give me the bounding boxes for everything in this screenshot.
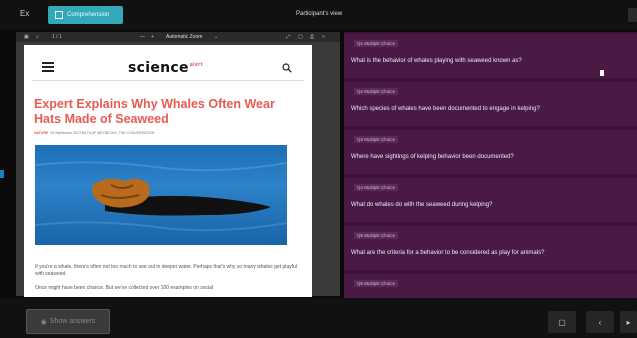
logo-sup: alert [189, 62, 203, 69]
question-type-badge: Q3 Multiple Choice [354, 136, 399, 143]
question-text: What is the behavior of whales playing w… [351, 58, 522, 64]
fullscreen-button[interactable]: ▢ [548, 311, 576, 333]
question-card[interactable]: Q3 Multiple Choice Where have sightings … [344, 130, 637, 174]
question-text: What do whales do with the seaweed durin… [351, 202, 493, 208]
question-type-badge: Q1 Multiple Choice [354, 40, 399, 47]
zoom-in-icon[interactable]: + [151, 34, 154, 40]
back-button[interactable]: Ex [20, 9, 29, 18]
byline-text: 28 September 2023 By OLAF MEYNECKE, THE … [50, 131, 155, 135]
question-card[interactable]: Q2 Multiple Choice Which species of whal… [344, 82, 637, 126]
search-icon[interactable]: ⌕ [36, 34, 39, 40]
chevron-left-icon: ‹ [598, 317, 602, 327]
question-text: What are the criteria for a behavior to … [351, 250, 545, 256]
previous-button[interactable]: ‹ [586, 311, 614, 333]
question-card[interactable]: Q5 Multiple Choice What are the criteria… [344, 226, 637, 270]
chevron-down-icon[interactable]: ⌄ [214, 34, 218, 40]
questions-panel: Q1 Multiple Choice What is the behavior … [344, 32, 637, 298]
tab-label: Comprehension [67, 12, 110, 18]
fullscreen-icon: ▢ [558, 317, 566, 327]
question-text: Which species of whales have been docume… [351, 106, 540, 112]
article-byline: NATURE 28 September 2023 By OLAF MEYNECK… [34, 131, 154, 135]
show-answers-button[interactable]: ◉ Show answers [26, 309, 110, 334]
zoom-select[interactable]: Automatic Zoom [166, 34, 202, 40]
eye-icon: ◉ [40, 318, 47, 326]
whale-seaweed-image [35, 161, 287, 232]
tab-icon [55, 11, 63, 19]
article-image [35, 145, 287, 245]
question-text: Where have sightings of kelping behavior… [351, 154, 514, 160]
logo-text: science [128, 60, 189, 76]
byline-tag: NATURE [34, 131, 49, 135]
site-logo: sciencealert [128, 60, 203, 76]
zoom-out-icon[interactable]: — [140, 34, 145, 40]
play-icon: ▸ [626, 317, 631, 327]
print-icon[interactable]: ⎙ [310, 34, 314, 40]
article-paragraph: Once might have been chance. But we've c… [35, 285, 214, 291]
corner-button[interactable] [628, 8, 637, 22]
left-edge-marker [0, 170, 4, 178]
present-icon[interactable]: ⤢ [286, 34, 290, 40]
participant-view-button[interactable]: Participant's view [296, 11, 342, 17]
article-headline: Expert Explains Why Whales Often Wear Ha… [34, 97, 275, 126]
divider [32, 80, 304, 81]
question-card[interactable]: Q4 Multiple Choice What do whales do wit… [344, 178, 637, 222]
question-type-badge: Q4 Multiple Choice [354, 184, 399, 191]
menu-icon[interactable]: » [322, 34, 325, 40]
question-type-badge: Q5 Multiple Choice [354, 232, 399, 239]
open-icon[interactable]: ▢ [298, 34, 303, 40]
question-type-badge: Q6 Multiple Choice [354, 280, 399, 287]
question-card[interactable]: Q6 Multiple Choice [344, 274, 637, 298]
pdf-page: sciencealert Expert Explains Why Whales … [24, 45, 312, 297]
page-indicator[interactable]: 1 / 1 [52, 34, 62, 40]
sidebar-toggle-icon[interactable]: ▣ [24, 34, 29, 40]
show-answers-label: Show answers [49, 318, 96, 325]
question-card[interactable]: Q1 Multiple Choice What is the behavior … [344, 34, 637, 78]
top-bar: Ex Comprehension Participant's view [0, 0, 637, 30]
hamburger-icon[interactable] [42, 62, 54, 72]
question-type-badge: Q2 Multiple Choice [354, 88, 399, 95]
mouse-cursor-icon [600, 70, 604, 76]
pdf-toolbar: ▣ ⌕ 1 / 1 — + Automatic Zoom ⌄ ⤢ ▢ ⎙ » [16, 32, 340, 42]
next-button[interactable]: ▸ [620, 311, 637, 333]
article-paragraph: If you're a whale, there's often not too… [35, 264, 297, 277]
tab-comprehension[interactable]: Comprehension [48, 6, 123, 24]
search-icon[interactable] [282, 63, 292, 73]
